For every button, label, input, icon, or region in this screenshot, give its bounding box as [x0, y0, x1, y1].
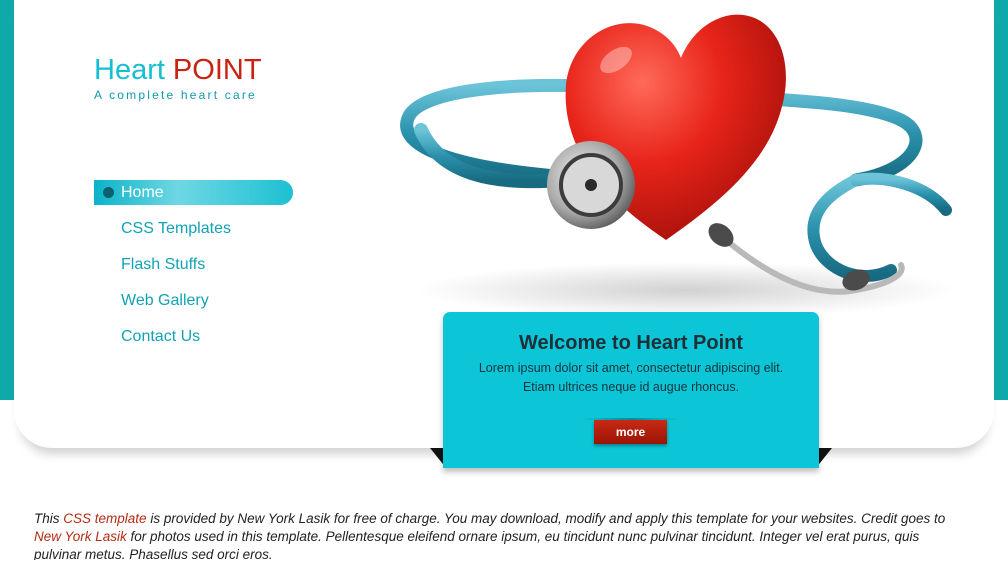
- nav-item-label: Home: [121, 184, 164, 201]
- stethoscope-tube-upper: [850, 172, 952, 216]
- active-bullet-icon: [103, 187, 114, 198]
- welcome-text-line-1: Lorem ipsum dolor sit amet, consectetur …: [478, 361, 784, 375]
- left-side-bar: [0, 0, 14, 400]
- footer-text-part: for photos used in this template. Pellen…: [34, 529, 920, 560]
- welcome-title: Welcome to Heart Point: [518, 332, 744, 354]
- nav-item-flash-stuffs[interactable]: Flash Stuffs: [94, 252, 293, 277]
- footer-text-part: is provided by New York Lasik for free o…: [146, 511, 946, 526]
- nav-item-web-gallery[interactable]: Web Gallery: [94, 288, 293, 313]
- more-button[interactable]: more: [580, 418, 681, 444]
- logo-word-point: POINT: [172, 54, 262, 86]
- welcome-text-line-2: Etiam ultrices neque id augue rhoncus.: [522, 380, 740, 394]
- nav-item-label: Web Gallery: [121, 292, 209, 309]
- logo-title: Heart POINT: [94, 54, 262, 86]
- chestpiece-center: [585, 179, 597, 191]
- nav-item-label: Flash Stuffs: [121, 256, 206, 273]
- hero-illustration: [400, 14, 956, 318]
- footer-text: This CSS template is provided by New Yor…: [34, 510, 964, 560]
- css-template-link[interactable]: CSS template: [63, 511, 146, 526]
- right-side-bar: [994, 0, 1008, 400]
- main-nav: Home CSS Templates Flash Stuffs Web Gall…: [94, 180, 293, 360]
- nav-item-label: CSS Templates: [121, 220, 231, 237]
- nav-item-contact-us[interactable]: Contact Us: [94, 324, 293, 349]
- nav-item-home[interactable]: Home: [94, 180, 293, 205]
- site-logo[interactable]: Heart POINT A complete heart care: [94, 54, 262, 102]
- logo-tagline: A complete heart care: [94, 88, 257, 102]
- nav-item-label: Contact Us: [121, 328, 201, 345]
- welcome-box: Welcome to Heart Point Lorem ipsum dolor…: [443, 312, 819, 468]
- footer-text-part: This: [34, 511, 64, 526]
- nav-item-css-templates[interactable]: CSS Templates: [94, 216, 293, 241]
- logo-word-heart: Heart: [94, 54, 165, 86]
- stethoscope-tube-right: [807, 174, 897, 282]
- new-york-lasik-link[interactable]: New York Lasik: [34, 529, 127, 544]
